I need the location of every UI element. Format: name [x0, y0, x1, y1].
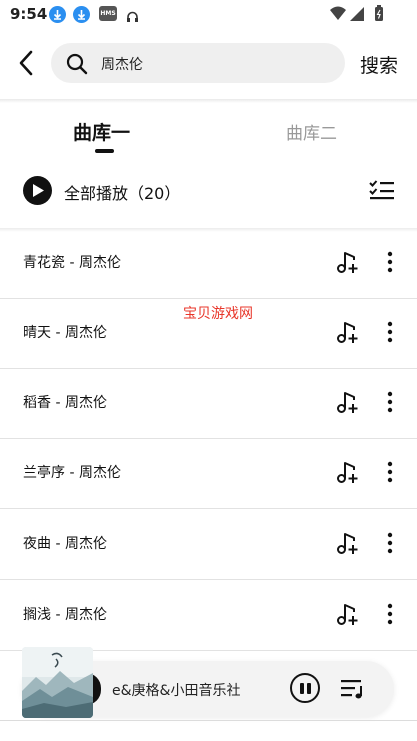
more-icon[interactable] — [386, 250, 394, 278]
signal-icon — [350, 7, 364, 21]
more-icon[interactable] — [386, 602, 394, 630]
status-bar: 9:54 HMS — [0, 0, 417, 28]
download-icon — [49, 6, 66, 23]
pause-icon — [300, 683, 304, 694]
system-icons — [329, 5, 389, 27]
more-icon[interactable] — [386, 320, 394, 348]
song-title: 晴天 - 周杰伦 — [23, 325, 107, 341]
pause-icon-bar — [307, 683, 311, 694]
battery-icon — [375, 5, 383, 21]
song-title: 搁浅 - 周杰伦 — [23, 607, 107, 623]
hms-icon: HMS — [99, 6, 117, 21]
add-to-playlist-icon[interactable] — [335, 461, 359, 489]
tab-library-one[interactable]: 曲库一 — [73, 118, 130, 145]
search-input[interactable]: 周杰伦 — [51, 43, 345, 83]
song-row[interactable]: 稻香 - 周杰伦 — [0, 368, 417, 439]
playlist-icon[interactable] — [340, 678, 366, 704]
wifi-icon — [330, 6, 346, 20]
play-all-label[interactable]: 全部播放（20） — [64, 180, 180, 204]
play-icon — [33, 184, 44, 197]
bottom-divider — [0, 720, 417, 721]
header-divider — [0, 99, 417, 103]
add-to-playlist-icon[interactable] — [335, 532, 359, 560]
song-title: 稻香 - 周杰伦 — [23, 395, 107, 411]
tab-library-two[interactable]: 曲库二 — [286, 119, 337, 144]
more-icon[interactable] — [386, 531, 394, 559]
album-cover[interactable] — [22, 647, 93, 718]
download-icon — [73, 6, 90, 23]
song-row[interactable]: 青花瓷 - 周杰伦 — [0, 228, 417, 299]
add-to-playlist-icon[interactable] — [335, 251, 359, 279]
song-row[interactable]: 兰亭序 - 周杰伦 — [0, 438, 417, 509]
search-icon — [65, 52, 89, 80]
list-select-icon[interactable] — [369, 179, 395, 205]
pause-button[interactable] — [290, 673, 320, 703]
song-title: 夜曲 - 周杰伦 — [23, 536, 107, 552]
search-button[interactable]: 搜索 — [360, 51, 398, 78]
headphones-icon — [126, 8, 139, 27]
now-playing-title: e&庚格&小田音乐社 — [112, 683, 241, 699]
song-row[interactable]: 夜曲 - 周杰伦 — [0, 509, 417, 580]
song-title: 青花瓷 - 周杰伦 — [23, 255, 121, 271]
watermark: 宝贝游戏网 — [183, 306, 253, 322]
more-icon[interactable] — [386, 460, 394, 488]
add-to-playlist-icon[interactable] — [335, 603, 359, 631]
tab-indicator — [95, 149, 114, 153]
back-button[interactable] — [14, 48, 40, 78]
song-row[interactable]: 搁浅 - 周杰伦 — [0, 580, 417, 651]
search-value: 周杰伦 — [101, 57, 143, 73]
add-to-playlist-icon[interactable] — [335, 391, 359, 419]
chevron-left-icon — [19, 50, 33, 76]
add-to-playlist-icon[interactable] — [335, 321, 359, 349]
song-title: 兰亭序 - 周杰伦 — [23, 465, 121, 481]
more-icon[interactable] — [386, 390, 394, 418]
status-time: 9:54 — [10, 5, 48, 23]
play-all-button[interactable] — [23, 176, 52, 205]
